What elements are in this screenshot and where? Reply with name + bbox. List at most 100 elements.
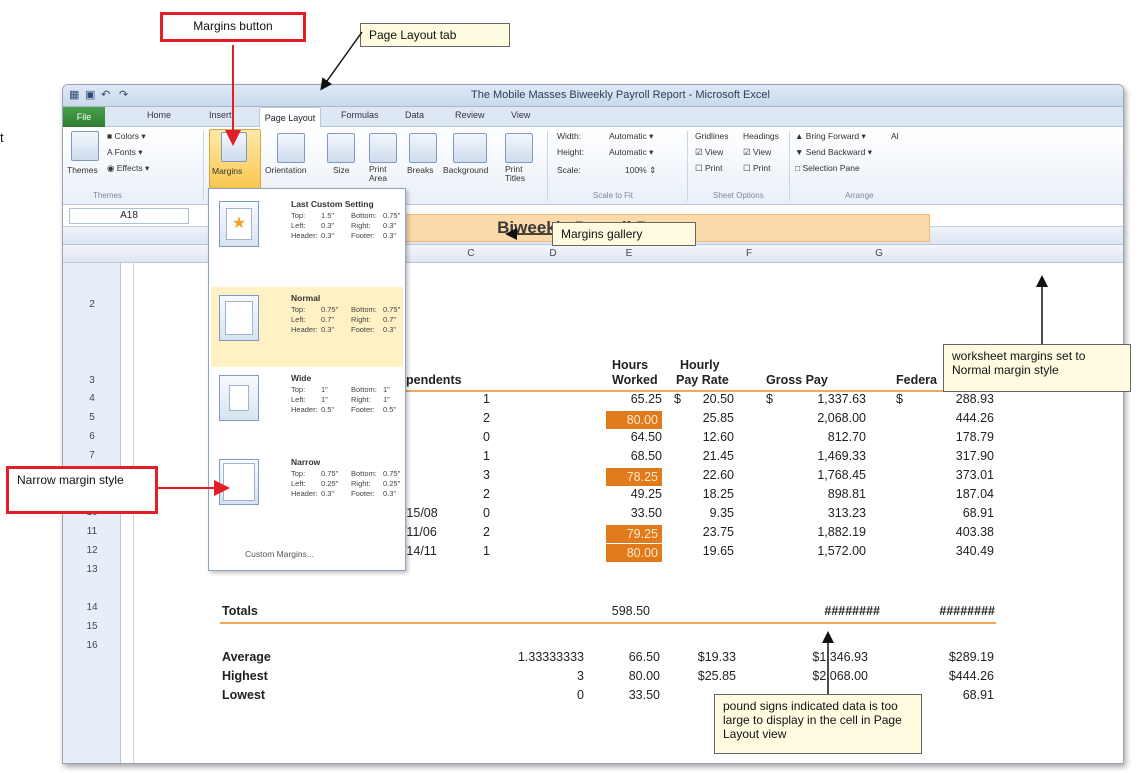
gross-pay-cell[interactable]: 812.70 bbox=[790, 430, 866, 444]
federal-tax-cell[interactable]: 403.38 bbox=[920, 525, 994, 539]
totals-gross[interactable]: ######## bbox=[800, 604, 880, 618]
size-icon[interactable] bbox=[327, 133, 355, 163]
margin-option-narrow[interactable]: Narrow Top: 0.75" Bottom: 0.75" Left: 0.25" Rig… bbox=[211, 451, 403, 531]
scale-spinner[interactable]: 100% ⇕ bbox=[625, 165, 656, 176]
dependents-cell[interactable]: 1 bbox=[470, 449, 490, 463]
pay-rate-cell[interactable]: 9.35 bbox=[690, 506, 734, 520]
hours-worked-cell[interactable]: 33.50 bbox=[606, 506, 662, 520]
row-heading-7[interactable]: 7 bbox=[63, 450, 121, 461]
dependents-cell[interactable]: 2 bbox=[470, 411, 490, 425]
pay-rate-cell[interactable]: 21.45 bbox=[690, 449, 734, 463]
dependents-cell[interactable]: 2 bbox=[470, 525, 490, 539]
headings-print-checkbox[interactable]: ☐ Print bbox=[743, 163, 770, 174]
gross-currency[interactable]: $ bbox=[766, 392, 773, 406]
align-button[interactable]: Al bbox=[891, 131, 899, 141]
pay-rate-cell[interactable]: 19.65 bbox=[690, 544, 734, 558]
tab-file[interactable]: File bbox=[63, 107, 105, 127]
row-heading-3[interactable]: 3 bbox=[63, 375, 121, 386]
column-heading-e[interactable]: E bbox=[619, 248, 639, 259]
tab-review[interactable]: Review bbox=[455, 110, 485, 120]
pay-rate-cell[interactable]: 25.85 bbox=[690, 411, 734, 425]
gross-pay-cell[interactable]: 1,572.00 bbox=[790, 544, 866, 558]
column-heading-f[interactable]: F bbox=[739, 248, 759, 259]
pay-rate-cell[interactable]: 23.75 bbox=[690, 525, 734, 539]
row-heading-11[interactable]: 11 bbox=[63, 526, 121, 537]
column-heading-c[interactable]: C bbox=[461, 248, 481, 259]
pay-rate-cell[interactable]: 20.50 bbox=[690, 392, 734, 406]
excel-logo-icon[interactable]: ▦ bbox=[69, 88, 79, 103]
background-icon[interactable] bbox=[453, 133, 487, 163]
selection-pane-button[interactable]: □ Selection Pane bbox=[795, 163, 860, 173]
dependents-cell[interactable]: 0 bbox=[470, 506, 490, 520]
effects-button[interactable]: ◉ Effects ▾ bbox=[107, 163, 149, 174]
summary-hours[interactable]: 66.50 bbox=[600, 650, 660, 664]
dependents-cell[interactable]: 1 bbox=[470, 544, 490, 558]
column-heading-d[interactable]: D bbox=[543, 248, 563, 259]
dependents-cell[interactable]: 2 bbox=[470, 487, 490, 501]
background-button[interactable]: Background bbox=[443, 165, 488, 175]
height-select[interactable]: Automatic ▾ bbox=[609, 147, 653, 158]
breaks-icon[interactable] bbox=[409, 133, 437, 163]
print-titles-icon[interactable] bbox=[505, 133, 533, 163]
margin-option-normal[interactable]: Normal Top: 0.75" Bottom: 0.75" Left: 0.7" Righ… bbox=[211, 287, 403, 367]
hours-worked-cell[interactable]: 80.00 bbox=[606, 411, 662, 429]
summary-dependents[interactable]: 3 bbox=[494, 669, 584, 683]
print-titles-button[interactable]: Print Titles bbox=[505, 165, 535, 183]
totals-hours[interactable]: 598.50 bbox=[590, 604, 650, 618]
themes-icon[interactable] bbox=[71, 131, 99, 161]
hours-worked-cell[interactable]: 78.25 bbox=[606, 468, 662, 486]
bring-forward-button[interactable]: ▲ Bring Forward ▾ bbox=[795, 131, 866, 142]
size-button[interactable]: Size bbox=[333, 165, 350, 175]
redo-icon[interactable]: ↷ bbox=[119, 88, 128, 103]
tab-insert[interactable]: Insert bbox=[209, 110, 232, 120]
federal-tax-cell[interactable]: 178.79 bbox=[920, 430, 994, 444]
undo-icon[interactable]: ↶ bbox=[101, 88, 110, 103]
orientation-icon[interactable] bbox=[277, 133, 305, 163]
pay-rate-cell[interactable]: 18.25 bbox=[690, 487, 734, 501]
row-heading-15[interactable]: 15 bbox=[63, 621, 121, 632]
federal-tax-cell[interactable]: 288.93 bbox=[920, 392, 994, 406]
pay-rate-cell[interactable]: 22.60 bbox=[690, 468, 734, 482]
name-box[interactable]: A18 bbox=[69, 208, 189, 224]
summary-rate[interactable]: $25.85 bbox=[672, 669, 736, 683]
width-select[interactable]: Automatic ▾ bbox=[609, 131, 653, 142]
margin-option-last-custom-setting[interactable]: ★ Last Custom Setting Top: 1.5" Bottom: 0.75"… bbox=[211, 193, 403, 273]
summary-gross[interactable]: $2,068.00 bbox=[768, 669, 868, 683]
gross-pay-cell[interactable]: 1,768.45 bbox=[790, 468, 866, 482]
row-heading-12[interactable]: 12 bbox=[63, 545, 121, 556]
federal-tax-cell[interactable]: 68.91 bbox=[920, 506, 994, 520]
orientation-button[interactable]: Orientation bbox=[265, 165, 307, 175]
summary-federal[interactable]: $289.19 bbox=[912, 650, 994, 664]
pay-rate-currency[interactable]: $ bbox=[674, 392, 681, 406]
pay-rate-cell[interactable]: 12.60 bbox=[690, 430, 734, 444]
tab-home[interactable]: Home bbox=[147, 110, 171, 120]
custom-margins-link[interactable]: Custom Margins... bbox=[245, 549, 314, 559]
dependents-cell[interactable]: 3 bbox=[470, 468, 490, 482]
row-heading-4[interactable]: 4 bbox=[63, 393, 121, 404]
row-heading-13[interactable]: 13 bbox=[63, 564, 121, 575]
hours-worked-cell[interactable]: 64.50 bbox=[606, 430, 662, 444]
gross-pay-cell[interactable]: 1,469.33 bbox=[790, 449, 866, 463]
row-heading-14[interactable]: 14 bbox=[63, 602, 121, 613]
hours-worked-cell[interactable]: 49.25 bbox=[606, 487, 662, 501]
fonts-button[interactable]: A Fonts ▾ bbox=[107, 147, 142, 158]
summary-dependents[interactable]: 1.33333333 bbox=[494, 650, 584, 664]
federal-tax-cell[interactable]: 444.26 bbox=[920, 411, 994, 425]
federal-tax-cell[interactable]: 340.49 bbox=[920, 544, 994, 558]
gridlines-print-checkbox[interactable]: ☐ Print bbox=[695, 163, 722, 174]
row-heading-2[interactable]: 2 bbox=[63, 299, 121, 310]
tab-view[interactable]: View bbox=[511, 110, 530, 120]
summary-gross[interactable]: $1,346.93 bbox=[768, 650, 868, 664]
margins-button[interactable]: Margins bbox=[209, 129, 261, 189]
hours-worked-cell[interactable]: 65.25 bbox=[606, 392, 662, 406]
summary-dependents[interactable]: 0 bbox=[494, 688, 584, 702]
breaks-button[interactable]: Breaks bbox=[407, 165, 433, 175]
tab-page-layout[interactable]: Page Layout bbox=[259, 107, 321, 128]
summary-hours[interactable]: 80.00 bbox=[600, 669, 660, 683]
gross-pay-cell[interactable]: 898.81 bbox=[790, 487, 866, 501]
hours-worked-cell[interactable]: 79.25 bbox=[606, 525, 662, 543]
summary-federal[interactable]: $444.26 bbox=[912, 669, 994, 683]
margin-option-wide[interactable]: Wide Top: 1" Bottom: 1" Left: 1" Right: 1" Header… bbox=[211, 367, 403, 447]
headings-view-checkbox[interactable]: ☑ View bbox=[743, 147, 771, 158]
dependents-cell[interactable]: 1 bbox=[470, 392, 490, 406]
